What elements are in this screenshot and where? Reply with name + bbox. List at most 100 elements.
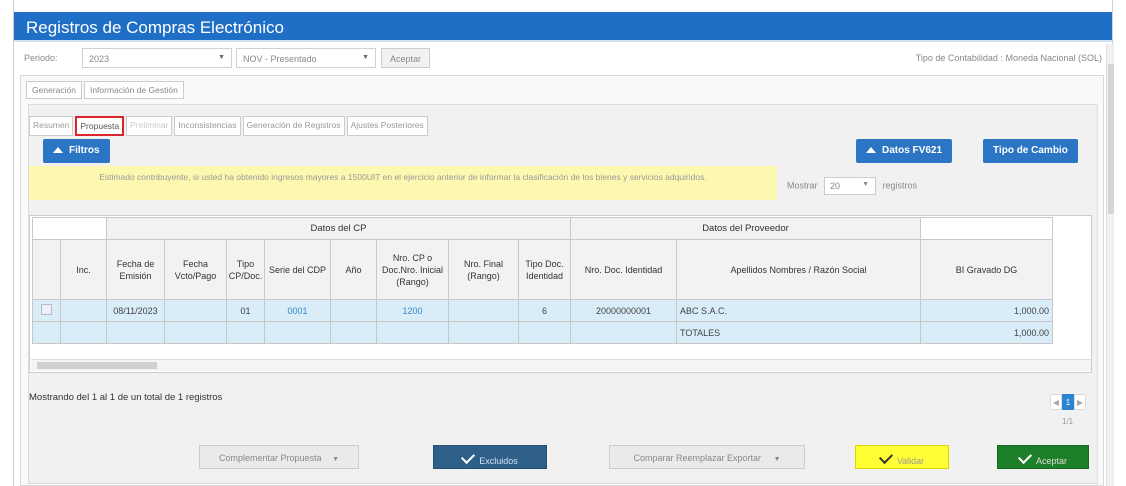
comparar-label: Comparar Reemplazar Exportar [633, 453, 762, 463]
group-datos-cp: Datos del CP [106, 217, 571, 240]
year-select[interactable]: 2023 ▼ [82, 48, 232, 68]
next-page-icon[interactable]: ▶ [1074, 394, 1086, 410]
cell-tipo: 01 [226, 299, 265, 322]
check-icon [1017, 449, 1033, 465]
datos-fv621-button[interactable]: Datos FV621 [856, 139, 953, 163]
page-size-value: 20 [830, 181, 841, 191]
scrollbar-thumb[interactable] [1108, 64, 1114, 214]
period-bar: Periodo: 2023 ▼ NOV - Presentado ▼ Acept… [14, 44, 1106, 72]
col-anio[interactable]: Año [330, 239, 377, 300]
aceptar-button[interactable]: Aceptar [997, 445, 1089, 469]
accept-period-button[interactable]: Aceptar [381, 48, 431, 68]
year-value: 2023 [89, 54, 110, 64]
totals-bi: 1,000.00 [920, 321, 1053, 344]
sub-tabs: Resumen Propuesta Preliminar Inconsisten… [29, 116, 430, 136]
page-size-control: Mostrar 20 ▼ registros [787, 177, 917, 195]
col-nro-doc[interactable]: Nro. Doc. Identidad [570, 239, 677, 300]
pagination: ◀ 1 ▶ [1050, 394, 1086, 410]
chevron-down-icon: ▼ [773, 456, 781, 463]
check-icon [878, 449, 893, 465]
tab-ajustes-posteriores[interactable]: Ajustes Posteriores [346, 116, 428, 136]
check-icon [461, 449, 476, 465]
cell-nro-final [448, 299, 519, 322]
page-count: 1/1 [1062, 417, 1074, 426]
page-size-select[interactable]: 20 ▼ [824, 177, 877, 195]
triangle-up-icon [53, 147, 63, 153]
app-window: Registros de Compras Electrónico Periodo… [13, 0, 1114, 486]
col-razon-social[interactable]: Apellidos Nombres / Razón Social [676, 239, 921, 300]
col-nro-cp[interactable]: Nro. CP o Doc.Nro. Inicial (Rango) [376, 239, 449, 300]
col-inc[interactable]: Inc. [60, 239, 107, 300]
chevron-down-icon: ▼ [218, 54, 225, 61]
datos-fv621-label: Datos FV621 [882, 145, 943, 156]
prev-page-icon[interactable]: ◀ [1050, 394, 1062, 410]
records-summary: Mostrando del 1 al 1 de un total de 1 re… [29, 392, 223, 403]
period-label: Periodo: [24, 53, 58, 63]
excluidos-label: Excluidos [479, 456, 518, 466]
month-value: NOV - Presentado [243, 54, 317, 64]
col-nro-final[interactable]: Nro. Final (Rango) [448, 239, 519, 300]
cell-razon-social: ABC S.A.C. [676, 299, 921, 322]
chevron-down-icon: ▼ [332, 456, 339, 463]
mostrar-label: Mostrar [787, 180, 818, 191]
validar-label: Validar [896, 456, 925, 466]
tab-preliminar: Preliminar [126, 116, 173, 136]
complementar-label: Complementar Propuesta [218, 453, 322, 463]
select-column-header [32, 239, 61, 300]
blank-header [920, 217, 1053, 240]
tipo-cambio-button[interactable]: Tipo de Cambio [983, 139, 1078, 163]
totals-row: TOTALES 1,000.00 [32, 321, 1053, 344]
info-notice: Estimado contribuyente, si usted ha obte… [29, 166, 777, 200]
scrollbar-thumb[interactable] [37, 362, 157, 369]
records-table-wrap: Datos del CP Datos del Proveedor Inc. Fe… [29, 215, 1092, 373]
filtros-button[interactable]: Filtros [43, 139, 110, 163]
month-select[interactable]: NOV - Presentado ▼ [236, 48, 376, 68]
col-bi-gravado[interactable]: BI Gravado DG [920, 239, 1053, 300]
group-datos-proveedor: Datos del Proveedor [570, 217, 921, 240]
col-tipo[interactable]: Tipo CP/Doc. [226, 239, 265, 300]
page-1-button[interactable]: 1 [1062, 394, 1074, 410]
accounting-type: Tipo de Contabilidad : Moneda Nacional (… [915, 53, 1102, 63]
cell-anio [330, 299, 377, 322]
registros-label: registros [882, 180, 918, 191]
records-table: Datos del CP Datos del Proveedor Inc. Fe… [32, 217, 1053, 344]
comparar-reemplazar-exportar-button[interactable]: Comparar Reemplazar Exportar ▼ [609, 445, 805, 469]
cell-fecha-vcto [164, 299, 227, 322]
tab-informacion-gestion[interactable]: Información de Gestión [83, 81, 184, 99]
tab-generacion-registros[interactable]: Generación de Registros [242, 116, 345, 136]
excluidos-button[interactable]: Excluidos [433, 445, 547, 469]
cell-nro-doc: 20000000001 [570, 299, 677, 322]
validar-button[interactable]: Validar [855, 445, 949, 469]
col-fecha-emision[interactable]: Fecha de Emisión [106, 239, 165, 300]
cell-fecha-emision: 08/11/2023 [106, 299, 165, 322]
blank-header [32, 217, 107, 240]
cell-nro-cp-link[interactable]: 1200 [376, 299, 449, 322]
row-checkbox[interactable] [41, 304, 52, 315]
cell-bi-gravado: 1,000.00 [920, 299, 1053, 322]
col-fecha-vcto[interactable]: Fecha Vcto/Pago [164, 239, 227, 300]
tab-resumen[interactable]: Resumen [29, 116, 74, 136]
cell-inc [60, 299, 107, 322]
main-panel: Generación Información de Gestión Resume… [20, 75, 1104, 486]
tab-inconsistencias[interactable]: Inconsistencias [174, 116, 241, 136]
triangle-up-icon [866, 147, 876, 153]
filtros-label: Filtros [69, 145, 100, 156]
chevron-down-icon: ▼ [362, 54, 369, 61]
col-serie[interactable]: Serie del CDP [264, 239, 331, 300]
aceptar-label: Aceptar [1035, 456, 1068, 466]
cell-serie-link[interactable]: 0001 [264, 299, 331, 322]
cell-tipo-doc: 6 [518, 299, 571, 322]
generacion-panel: Resumen Propuesta Preliminar Inconsisten… [28, 104, 1098, 484]
vertical-scrollbar[interactable] [1106, 44, 1114, 486]
row-checkbox-cell[interactable] [32, 299, 61, 322]
horizontal-scrollbar[interactable] [31, 359, 1091, 371]
col-tipo-doc[interactable]: Tipo Doc. Identidad [518, 239, 571, 300]
main-tabs: Generación Información de Gestión [26, 81, 186, 99]
complementar-propuesta-button[interactable]: Complementar Propuesta ▼ [199, 445, 359, 469]
tab-generacion[interactable]: Generación [26, 81, 82, 99]
totals-label: TOTALES [676, 321, 921, 344]
app-title: Registros de Compras Electrónico [14, 12, 1112, 42]
table-row[interactable]: 08/11/2023 01 0001 1200 6 20000000001 AB… [32, 299, 1053, 322]
tab-propuesta[interactable]: Propuesta [75, 116, 125, 136]
chevron-down-icon: ▼ [862, 181, 870, 188]
